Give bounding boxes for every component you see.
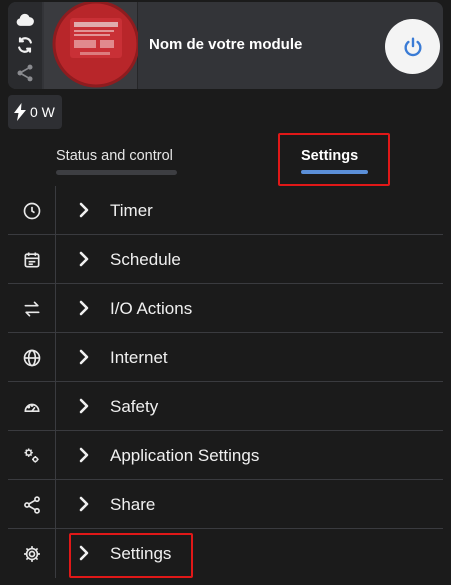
menu-item-internet[interactable]: Internet bbox=[8, 333, 443, 382]
power-button[interactable] bbox=[385, 19, 440, 74]
chevron-right-icon bbox=[76, 447, 92, 463]
clock-icon bbox=[22, 201, 42, 221]
menu-item-application-settings[interactable]: Application Settings bbox=[8, 431, 443, 480]
calendar-icon bbox=[22, 250, 42, 270]
menu-item-label: Schedule bbox=[110, 250, 181, 269]
menu-item-io-actions[interactable]: I/O Actions bbox=[8, 284, 443, 333]
chevron-right-icon bbox=[76, 251, 92, 267]
chevron-right-icon bbox=[76, 202, 92, 218]
lightning-icon bbox=[14, 103, 26, 121]
menu-item-share[interactable]: Share bbox=[8, 480, 443, 529]
gauge-icon bbox=[22, 397, 42, 417]
share-small-icon[interactable] bbox=[15, 63, 35, 83]
settings-menu: Timer Schedule I/O Actions Internet Safe… bbox=[8, 186, 443, 578]
device-card[interactable]: Nom de votre module bbox=[8, 2, 443, 89]
swap-arrows-icon bbox=[22, 299, 42, 319]
device-image bbox=[44, 2, 138, 89]
menu-item-label: I/O Actions bbox=[110, 299, 193, 318]
menu-item-label: Internet bbox=[110, 348, 168, 367]
highlight-box-tab-settings bbox=[278, 133, 390, 186]
cloud-icon[interactable] bbox=[15, 10, 35, 30]
chevron-right-icon bbox=[76, 300, 92, 316]
refresh-icon[interactable] bbox=[15, 35, 35, 55]
chevron-right-icon bbox=[76, 496, 92, 512]
chevron-right-icon bbox=[76, 398, 92, 414]
menu-item-timer[interactable]: Timer bbox=[8, 186, 443, 235]
power-icon bbox=[402, 36, 424, 58]
highlight-box-menu-settings bbox=[69, 533, 193, 578]
power-value: 0 W bbox=[30, 104, 55, 120]
card-side-actions bbox=[8, 2, 42, 89]
menu-item-label: Share bbox=[110, 495, 156, 514]
menu-item-label: Safety bbox=[110, 397, 159, 416]
globe-icon bbox=[22, 348, 42, 368]
gears-icon bbox=[22, 446, 42, 466]
menu-item-label: Application Settings bbox=[110, 446, 260, 465]
share-icon bbox=[22, 495, 42, 515]
chevron-right-icon bbox=[76, 349, 92, 365]
power-consumption-badge: 0 W bbox=[8, 95, 62, 129]
gear-icon bbox=[22, 544, 42, 564]
tab-status-and-control[interactable]: Status and control bbox=[56, 148, 173, 164]
menu-item-schedule[interactable]: Schedule bbox=[8, 235, 443, 284]
tab-status-underline bbox=[56, 170, 177, 175]
device-name: Nom de votre module bbox=[149, 36, 303, 53]
menu-item-safety[interactable]: Safety bbox=[8, 382, 443, 431]
menu-item-label: Timer bbox=[110, 201, 153, 220]
